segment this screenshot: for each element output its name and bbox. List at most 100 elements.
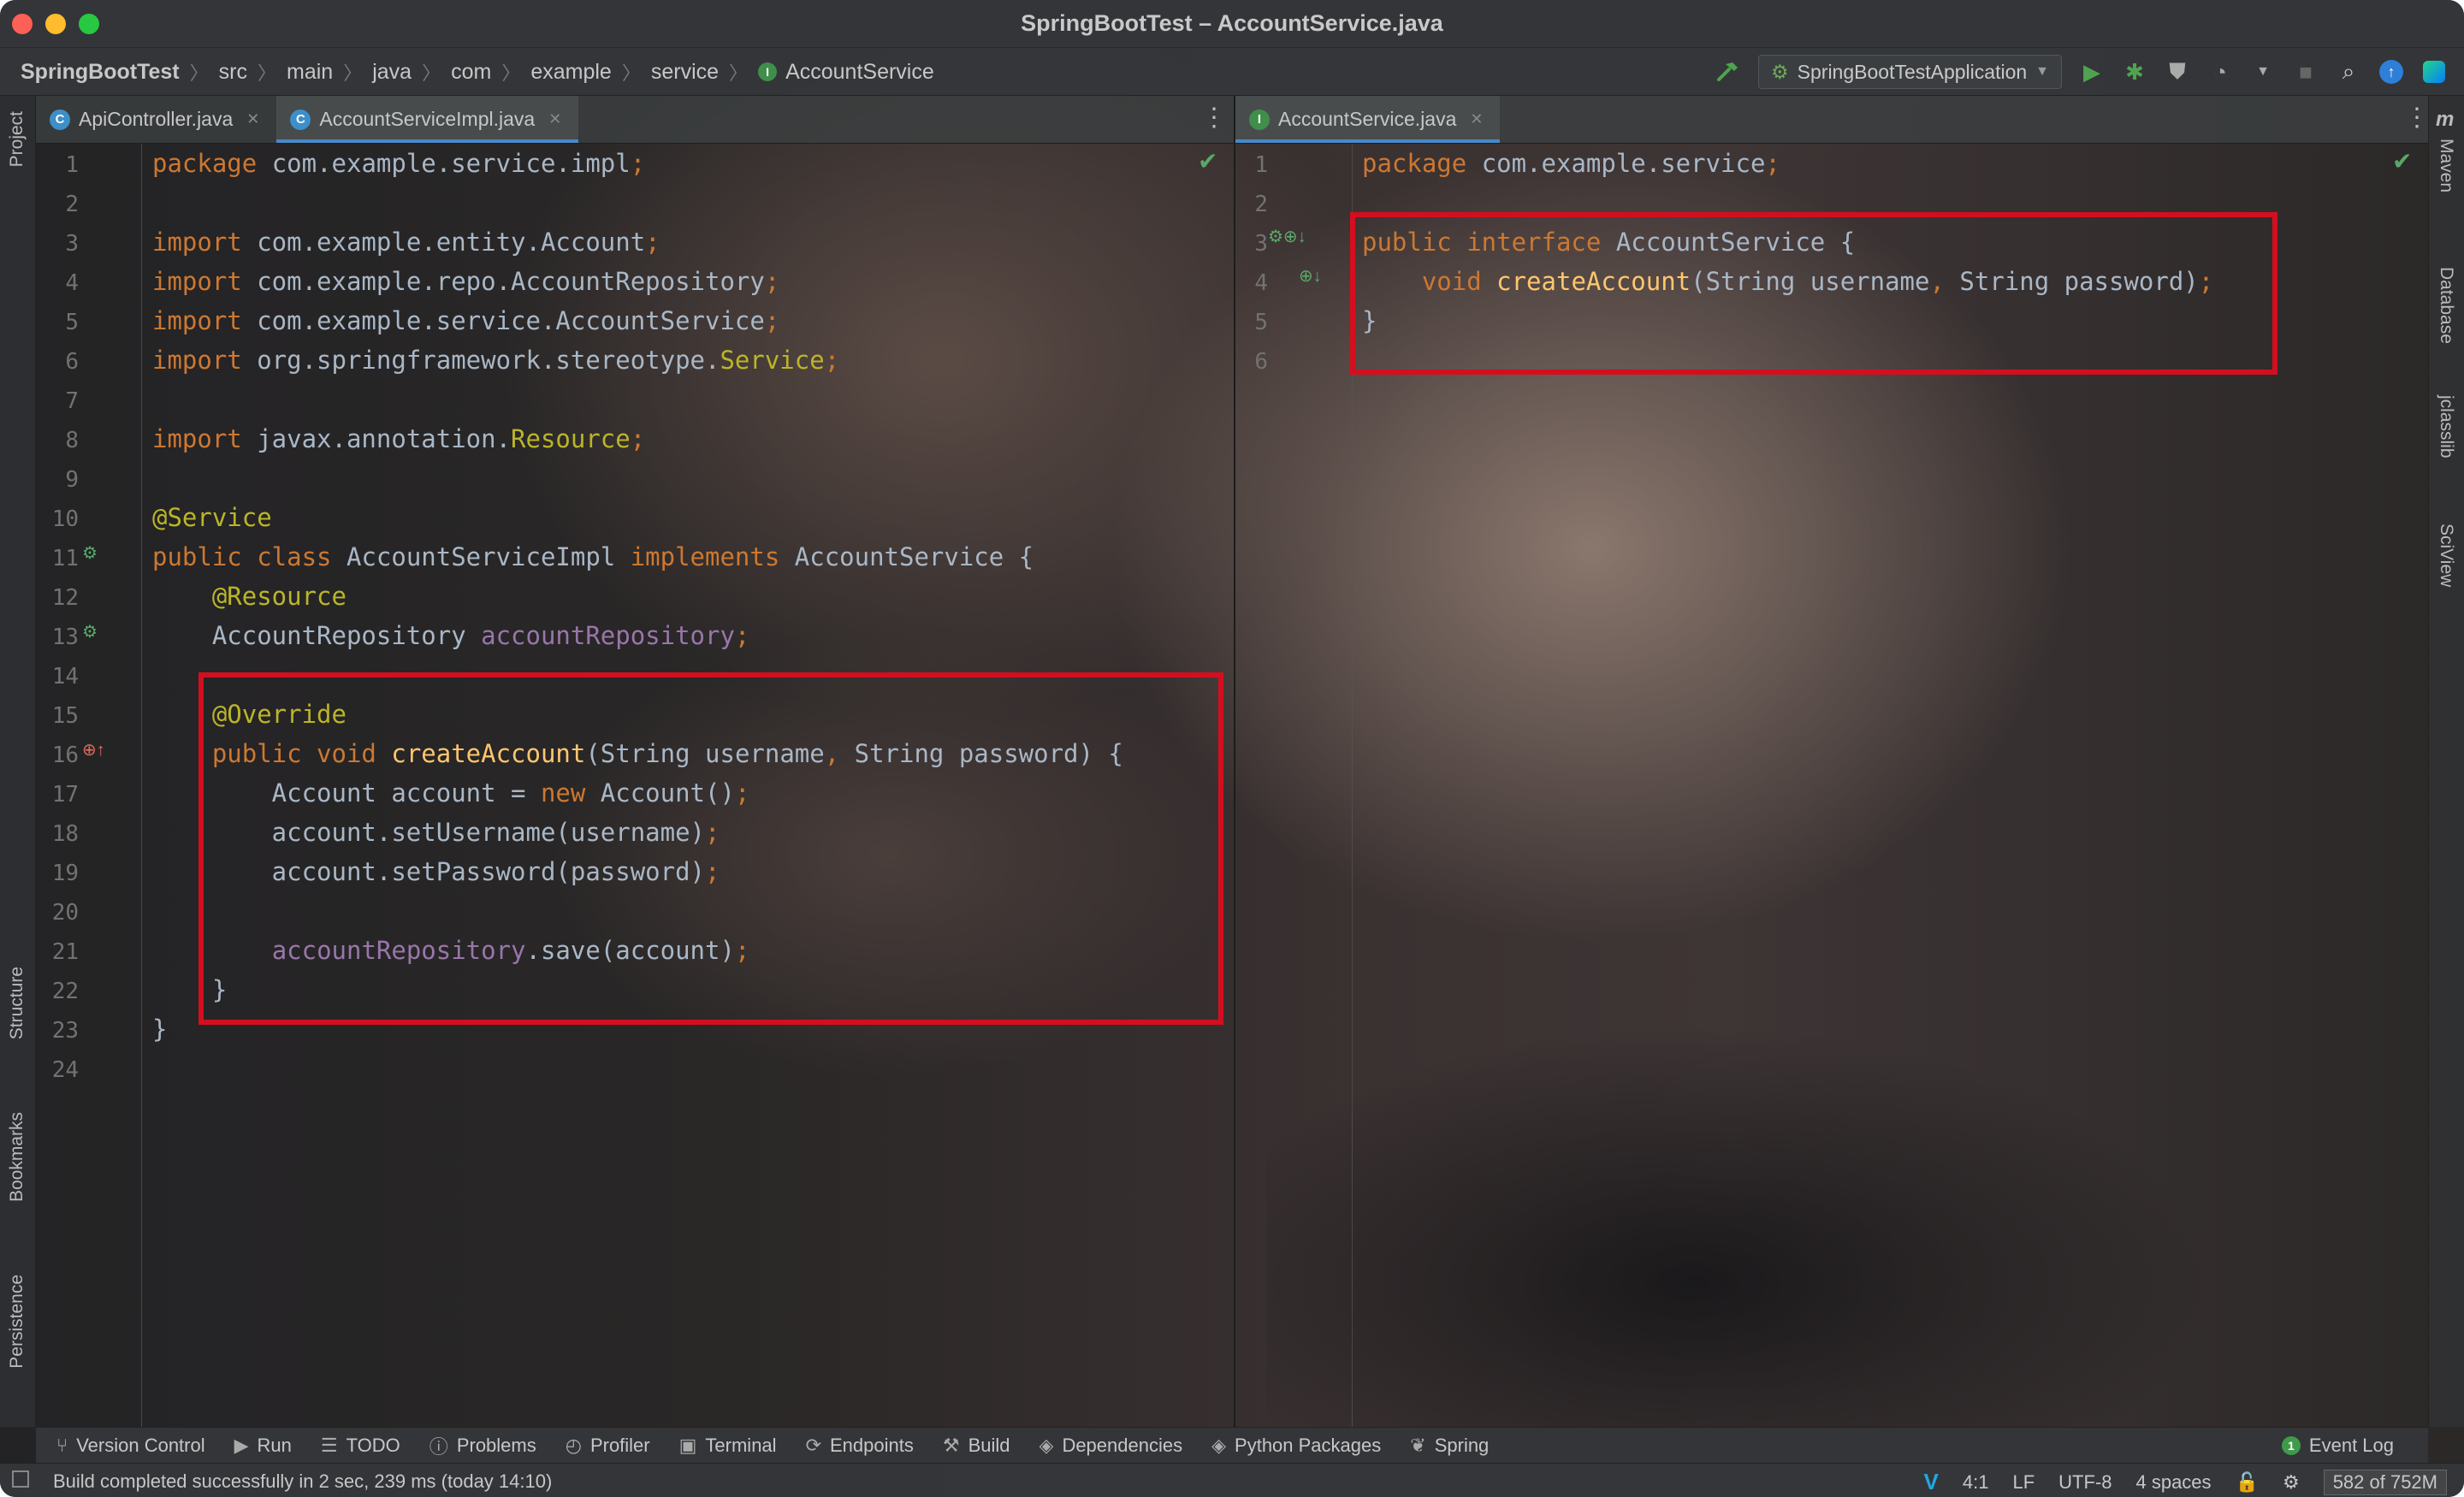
breadcrumb-item[interactable]: src — [219, 60, 247, 85]
implemented-method-gutter-icon[interactable]: ⊕↓ — [1299, 265, 1322, 287]
code-line[interactable]: import org.springframework.stereotype.Se… — [152, 340, 839, 380]
more-options-icon[interactable]: ⋮ — [1201, 103, 1227, 133]
tool-window-version-control[interactable]: ⑂ Version Control — [56, 1435, 205, 1457]
close-tab-icon[interactable]: ✕ — [1470, 110, 1483, 128]
code-line[interactable]: import com.example.entity.Account; — [152, 222, 660, 262]
line-number[interactable]: 13 — [36, 618, 79, 657]
line-number[interactable]: 1 — [36, 145, 79, 185]
run-configuration-select[interactable]: ⚙ SpringBootTestApplication ▼ — [1758, 55, 2062, 89]
line-number[interactable]: 4 — [36, 263, 79, 303]
tab-account-service[interactable]: I AccountService.java ✕ — [1235, 96, 1501, 143]
line-number[interactable]: 19 — [36, 854, 79, 893]
maven-tool-button[interactable]: Maven — [2436, 139, 2456, 192]
tool-window-build[interactable]: ⚒ Build — [943, 1435, 1010, 1457]
autowired-gutter-icon[interactable]: ⚙ — [82, 621, 98, 642]
line-separator[interactable]: LF — [2012, 1471, 2035, 1494]
run-icon[interactable]: ▶ — [2079, 59, 2105, 85]
code-line[interactable]: } — [152, 1009, 167, 1049]
code-line[interactable]: @Resource — [152, 577, 346, 616]
persistence-tool-button[interactable]: Persistence — [7, 1275, 27, 1369]
vim-icon[interactable]: V — [1924, 1469, 1939, 1495]
code-line[interactable]: public class AccountServiceImpl implemen… — [152, 537, 1034, 577]
status-message[interactable]: Build completed successfully in 2 sec, 2… — [53, 1470, 552, 1493]
line-number[interactable]: 18 — [36, 814, 79, 854]
inspection-settings-icon[interactable]: ⚙ — [2283, 1471, 2300, 1494]
jclasslib-tool-button[interactable]: jclasslib — [2436, 395, 2456, 459]
line-number[interactable]: 17 — [36, 775, 79, 814]
line-number[interactable]: 20 — [36, 893, 79, 932]
stop-icon[interactable]: ■ — [2293, 59, 2319, 85]
sciview-tool-button[interactable]: SciView — [2436, 524, 2456, 587]
line-number[interactable]: 4 — [1235, 263, 1268, 303]
implements-method-gutter-icon[interactable]: ⊕↑ — [82, 739, 105, 760]
line-number[interactable]: 5 — [1235, 303, 1268, 342]
tool-window-python-packages[interactable]: ◈ Python Packages — [1211, 1435, 1381, 1457]
file-encoding[interactable]: UTF-8 — [2058, 1471, 2112, 1494]
spring-bean-gutter-icon[interactable]: ⚙ — [82, 542, 98, 564]
breadcrumb-item[interactable]: main — [287, 60, 333, 85]
line-number[interactable]: 23 — [36, 1011, 79, 1050]
tab-api-controller[interactable]: C ApiController.java ✕ — [36, 96, 276, 143]
line-number[interactable]: 15 — [36, 696, 79, 736]
breadcrumb-item[interactable]: com — [451, 60, 491, 85]
tool-window-profiler[interactable]: ◴ Profiler — [566, 1435, 650, 1457]
bookmarks-tool-button[interactable]: Bookmarks — [7, 1112, 27, 1202]
line-number[interactable]: 14 — [36, 657, 79, 696]
line-number[interactable]: 24 — [36, 1050, 79, 1090]
line-number[interactable]: 8 — [36, 421, 79, 460]
project-tool-button[interactable]: Project — [7, 111, 27, 167]
debug-icon[interactable]: ✱ — [2122, 59, 2147, 85]
structure-tool-button[interactable]: Structure — [7, 967, 27, 1039]
line-number[interactable]: 7 — [36, 382, 79, 421]
caret-position[interactable]: 4:1 — [1963, 1471, 1989, 1494]
code-line[interactable]: import javax.annotation.Resource; — [152, 419, 645, 459]
tab-account-service-impl[interactable]: C AccountServiceImpl.java ✕ — [276, 96, 579, 143]
indent-setting[interactable]: 4 spaces — [2135, 1471, 2211, 1494]
database-tool-button[interactable]: Database — [2436, 267, 2456, 344]
line-number[interactable]: 3 — [36, 224, 79, 263]
update-icon[interactable]: ↑ — [2378, 59, 2404, 85]
close-tab-icon[interactable]: ✕ — [246, 110, 259, 128]
line-number[interactable]: 22 — [36, 972, 79, 1011]
line-number[interactable]: 6 — [1235, 342, 1268, 382]
line-number[interactable]: 6 — [36, 342, 79, 382]
line-number[interactable]: 16 — [36, 736, 79, 775]
tool-window-run[interactable]: ▶ Run — [234, 1435, 292, 1457]
tool-window-problems[interactable]: ⓘ Problems — [429, 1432, 536, 1459]
close-tab-icon[interactable]: ✕ — [548, 110, 561, 128]
breadcrumb-item[interactable]: SpringBootTest — [21, 60, 180, 85]
coverage-icon[interactable]: ⛊ — [2165, 58, 2190, 85]
line-number[interactable]: 2 — [1235, 185, 1268, 224]
line-number[interactable]: 21 — [36, 932, 79, 972]
lock-icon[interactable]: 🔓 — [2236, 1471, 2259, 1494]
breadcrumb-item[interactable]: AccountService — [785, 60, 934, 85]
breadcrumb-item[interactable]: service — [651, 60, 719, 85]
breadcrumb-item[interactable]: example — [530, 60, 612, 85]
tool-window-todo[interactable]: ☰ TODO — [321, 1435, 400, 1457]
profile-icon[interactable]: ◔ — [2207, 59, 2233, 85]
more-run-chevron-icon[interactable]: ▼ — [2250, 59, 2276, 85]
search-icon[interactable]: ⌕ — [2336, 58, 2361, 85]
tool-window-terminal[interactable]: ▣ Terminal — [679, 1435, 777, 1457]
more-options-icon[interactable]: ⋮ — [2404, 103, 2430, 133]
line-number[interactable]: 9 — [36, 460, 79, 500]
implemented-gutter-icon[interactable]: ⚙⊕↓ — [1268, 226, 1306, 247]
code-line[interactable]: package com.example.service; — [1362, 144, 1780, 183]
line-number[interactable]: 11 — [36, 539, 79, 578]
tool-window-spring[interactable]: ❦ Spring — [1410, 1435, 1489, 1457]
build-hammer-icon[interactable] — [1715, 59, 1741, 85]
event-log-button[interactable]: 1 Event Log — [2281, 1435, 2394, 1457]
line-number[interactable]: 12 — [36, 578, 79, 618]
code-line[interactable]: package com.example.service.impl; — [152, 144, 645, 183]
code-line[interactable]: @Service — [152, 498, 272, 537]
code-line[interactable]: import com.example.service.AccountServic… — [152, 301, 779, 340]
breadcrumb-item[interactable]: java — [372, 60, 412, 85]
line-number[interactable]: 10 — [36, 500, 79, 539]
line-number[interactable]: 3 — [1235, 224, 1268, 263]
code-line[interactable]: AccountRepository accountRepository; — [152, 616, 750, 655]
ide-logo-icon[interactable] — [2421, 59, 2447, 85]
tool-window-endpoints[interactable]: ⟳ Endpoints — [806, 1435, 914, 1457]
line-number[interactable]: 1 — [1235, 145, 1268, 185]
tool-window-dependencies[interactable]: ◈ Dependencies — [1040, 1435, 1183, 1457]
line-number[interactable]: 2 — [36, 185, 79, 224]
